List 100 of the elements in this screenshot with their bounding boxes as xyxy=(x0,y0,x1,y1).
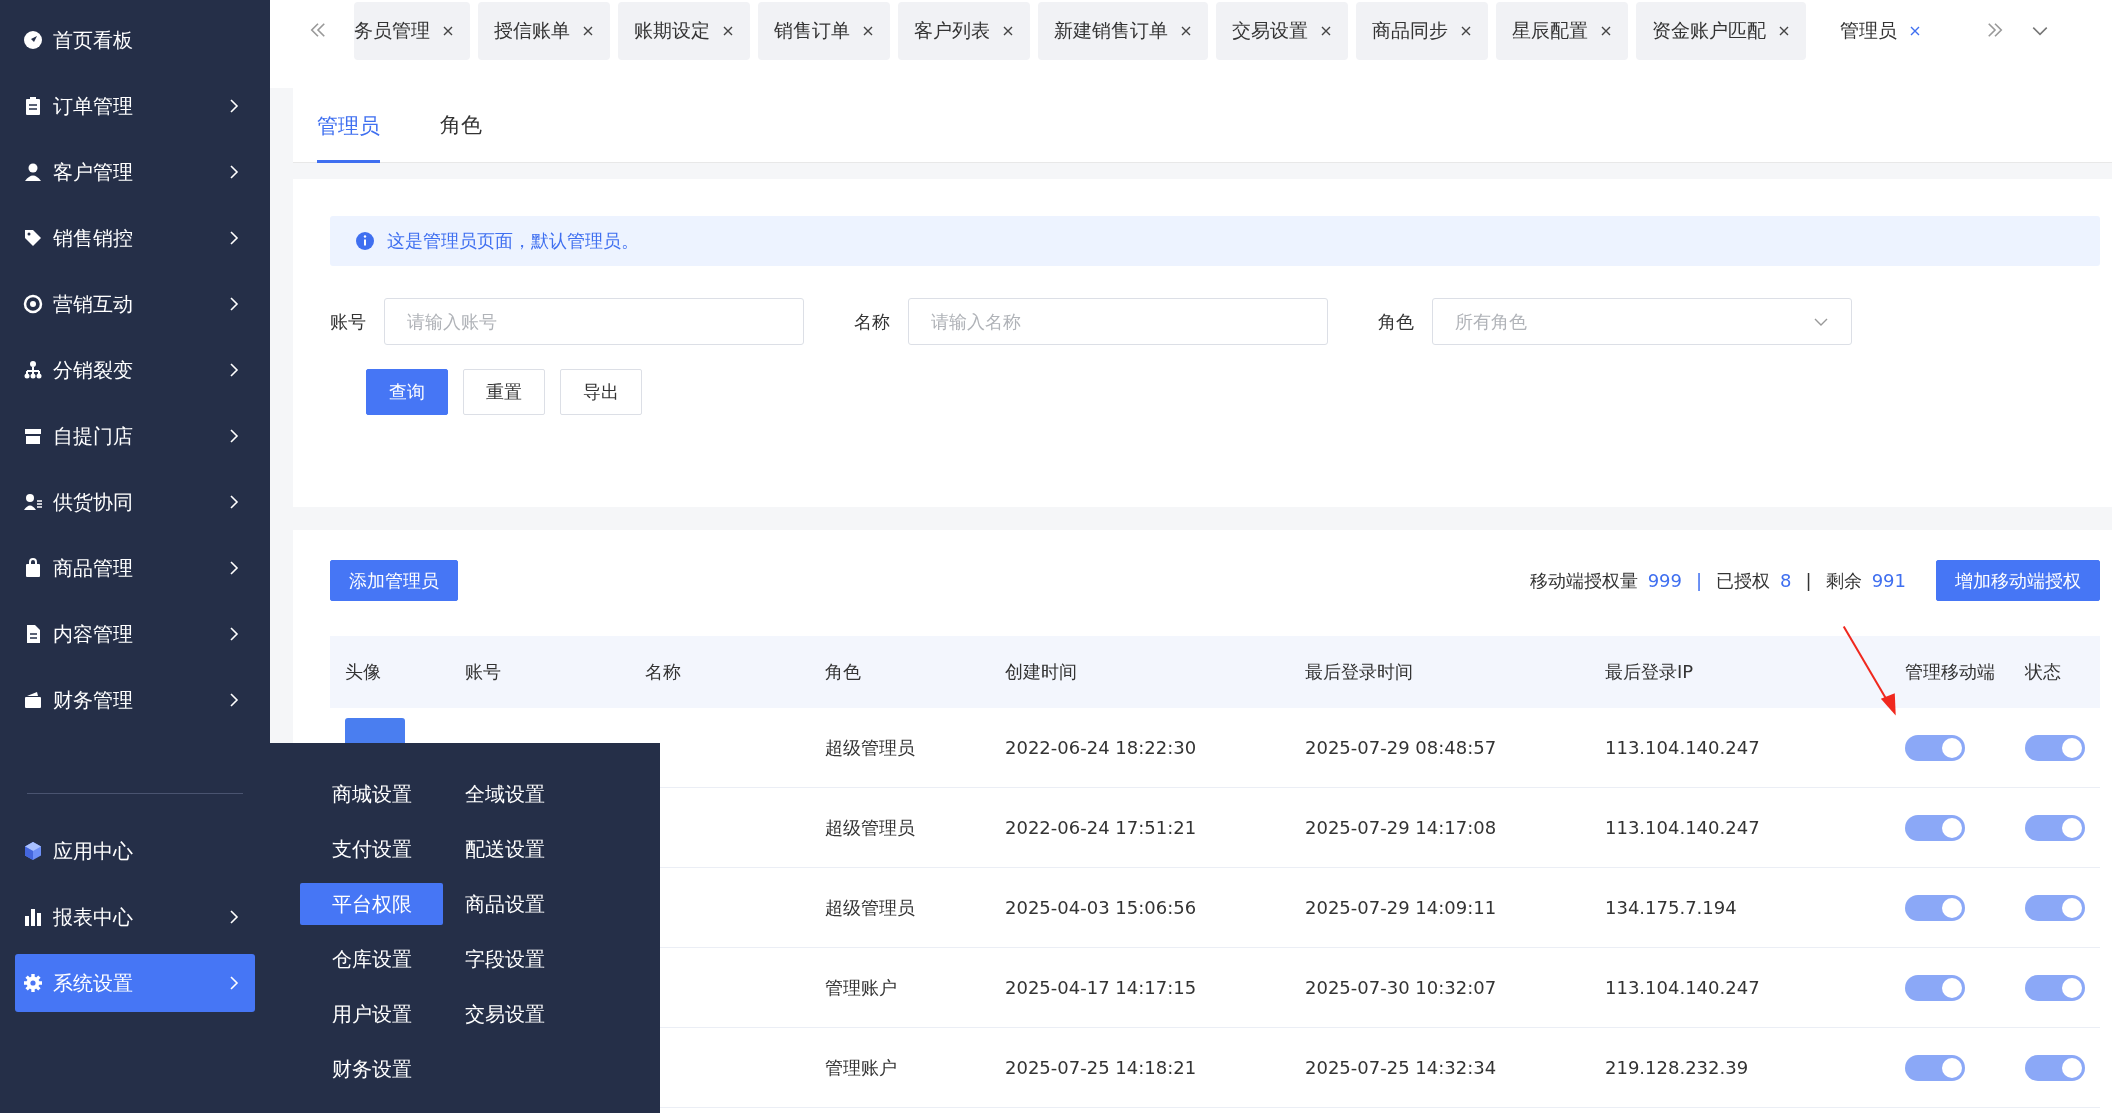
table-cell-text: 2025-07-29 08:48:57 xyxy=(1304,737,1498,758)
hierarchy-icon xyxy=(23,360,43,380)
close-icon[interactable] xyxy=(1600,25,1612,37)
page-tab[interactable]: 务员管理 xyxy=(354,2,470,60)
bag-icon xyxy=(23,558,43,578)
sidebar-item[interactable]: 客户管理 xyxy=(15,143,255,201)
toggle-switch[interactable] xyxy=(1905,974,1965,1001)
table-cell-text: 超级管理员 xyxy=(824,735,916,760)
close-icon[interactable] xyxy=(1320,25,1332,37)
submenu-item[interactable]: 支付设置 xyxy=(300,828,443,870)
page-tab[interactable]: 销售订单 xyxy=(758,2,890,60)
toggle-switch[interactable] xyxy=(2025,734,2085,761)
sidebar-label: 财务管理 xyxy=(53,686,134,714)
close-icon[interactable] xyxy=(1460,25,1472,37)
column-header: 状态 xyxy=(2024,660,2062,684)
toggle-switch[interactable] xyxy=(1905,814,1965,841)
table-cell-text: 2025-04-03 15:06:56 xyxy=(1004,897,1198,918)
tag-icon xyxy=(23,228,43,248)
sub-tab[interactable]: 角色 xyxy=(440,88,482,163)
column-header: 最后登录时间 xyxy=(1304,660,1414,684)
input-field[interactable]: 请输入账号 xyxy=(384,298,804,345)
page-tab[interactable]: 交易设置 xyxy=(1216,2,1348,60)
license-count: 991 xyxy=(1871,570,1906,591)
submenu-item[interactable]: 配送设置 xyxy=(448,828,591,870)
license-label: 剩余 xyxy=(1825,568,1862,593)
sidebar-item[interactable]: 首页看板 xyxy=(15,11,255,69)
sidebar-item[interactable]: 商品管理 xyxy=(15,539,255,597)
page-tab[interactable]: 星辰配置 xyxy=(1496,2,1628,60)
toggle-switch[interactable] xyxy=(2025,814,2085,841)
table-cell-text: 2025-07-30 10:32:07 xyxy=(1304,977,1498,998)
sidebar-item[interactable]: 分销裂变 xyxy=(15,341,255,399)
sidebar-item[interactable]: 供货协同 xyxy=(15,473,255,531)
submenu-item[interactable]: 交易设置 xyxy=(448,993,591,1035)
close-icon[interactable] xyxy=(582,25,594,37)
info-icon xyxy=(355,231,375,251)
submenu-item[interactable]: 商品设置 xyxy=(448,883,591,925)
sidebar-label: 内容管理 xyxy=(53,620,134,648)
sidebar-item[interactable]: 应用中心 xyxy=(15,822,255,880)
page-tab[interactable]: 商品同步 xyxy=(1356,2,1488,60)
person-list-icon xyxy=(23,492,43,512)
page-tab[interactable]: 新建销售订单 xyxy=(1038,2,1208,60)
toggle-switch[interactable] xyxy=(1905,1054,1965,1081)
close-icon[interactable] xyxy=(1002,25,1014,37)
toggle-switch[interactable] xyxy=(1905,734,1965,761)
page-tab[interactable]: 资金账户匹配 xyxy=(1636,2,1806,60)
sidebar-label: 客户管理 xyxy=(53,158,134,186)
page-tab[interactable]: 账期设定 xyxy=(618,2,750,60)
add-license-button[interactable]: 增加移动端授权 xyxy=(1936,560,2100,601)
submenu-item[interactable]: 平台权限 xyxy=(300,883,443,925)
store-icon xyxy=(23,426,43,446)
sidebar-item[interactable]: 财务管理 xyxy=(15,671,255,729)
submenu-item[interactable]: 商城设置 xyxy=(300,773,443,815)
toggle-switch[interactable] xyxy=(2025,974,2085,1001)
sidebar-item[interactable]: 自提门店 xyxy=(15,407,255,465)
page-tab[interactable]: 客户列表 xyxy=(898,2,1030,60)
close-icon[interactable] xyxy=(722,25,734,37)
double-chevron-right-icon[interactable] xyxy=(1985,20,2005,40)
field-label: 名称 xyxy=(854,309,890,334)
sidebar-label: 首页看板 xyxy=(53,26,134,54)
table-cell-text: 2025-04-17 14:17:15 xyxy=(1004,977,1198,998)
toggle-switch[interactable] xyxy=(2025,894,2085,921)
double-chevron-left-icon[interactable] xyxy=(308,20,328,40)
sidebar-item[interactable]: 报表中心 xyxy=(15,888,255,946)
close-icon[interactable] xyxy=(1909,25,1921,37)
separator: | xyxy=(1696,570,1703,591)
sidebar-item[interactable]: 系统设置 xyxy=(15,954,255,1012)
action-button[interactable]: 导出 xyxy=(560,369,642,415)
sidebar-item[interactable]: 营销互动 xyxy=(15,275,255,333)
sidebar-item[interactable]: 订单管理 xyxy=(15,77,255,135)
gear-icon xyxy=(23,973,43,993)
license-label: 移动端授权量 xyxy=(1529,568,1638,593)
compass-icon xyxy=(23,30,43,50)
close-icon[interactable] xyxy=(442,25,454,37)
submenu-item[interactable]: 财务设置 xyxy=(300,1048,443,1090)
action-button[interactable]: 查询 xyxy=(366,369,448,415)
page-tab[interactable]: 授信账单 xyxy=(478,2,610,60)
toggle-switch[interactable] xyxy=(2025,1054,2085,1081)
submenu-item[interactable]: 仓库设置 xyxy=(300,938,443,980)
field-label: 角色 xyxy=(1378,309,1414,334)
toggle-switch[interactable] xyxy=(1905,894,1965,921)
sidebar-label: 应用中心 xyxy=(53,837,134,865)
sub-tab[interactable]: 管理员 xyxy=(317,92,380,163)
submenu-item[interactable]: 全域设置 xyxy=(448,773,591,815)
input-field[interactable]: 请输入名称 xyxy=(908,298,1328,345)
sidebar-label: 营销互动 xyxy=(53,290,134,318)
close-icon[interactable] xyxy=(862,25,874,37)
target-icon xyxy=(23,294,43,314)
close-icon[interactable] xyxy=(1778,25,1790,37)
sidebar-item[interactable]: 销售销控 xyxy=(15,209,255,267)
table-cell-text: 2025-07-29 14:17:08 xyxy=(1304,817,1498,838)
submenu-item[interactable]: 用户设置 xyxy=(300,993,443,1035)
license-count: 8 xyxy=(1780,570,1792,591)
table-cell-text: 2025-07-29 14:09:11 xyxy=(1304,897,1498,918)
sidebar-item[interactable]: 内容管理 xyxy=(15,605,255,663)
separator: | xyxy=(1805,570,1812,591)
close-icon[interactable] xyxy=(1180,25,1192,37)
submenu-item[interactable]: 字段设置 xyxy=(448,938,591,980)
action-button[interactable]: 重置 xyxy=(463,369,545,415)
add-admin-button[interactable]: 添加管理员 xyxy=(330,560,458,601)
column-header: 名称 xyxy=(644,660,682,684)
